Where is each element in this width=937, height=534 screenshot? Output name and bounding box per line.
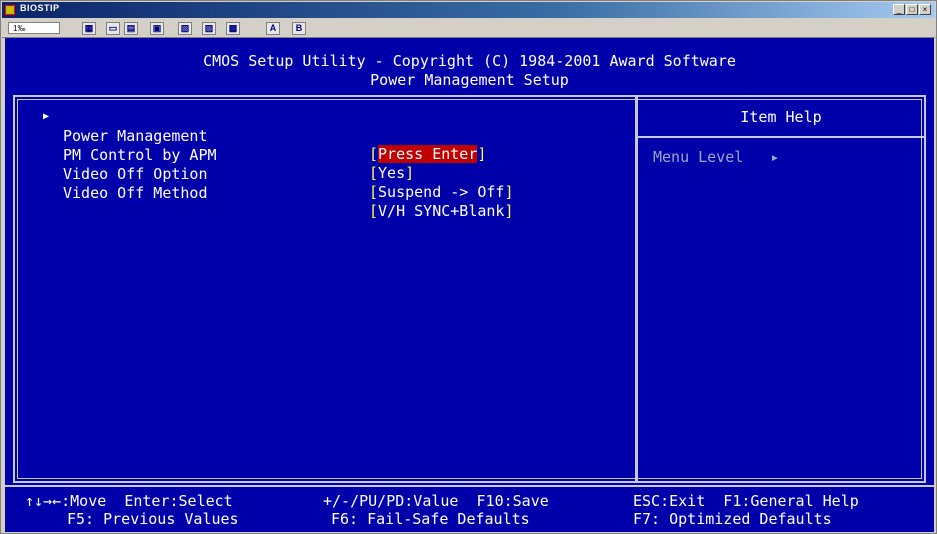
toolbar-tile-icon[interactable]: ▨ — [202, 22, 216, 35]
footer-value-save: +/-/PU/PD:Value F10:Save — [323, 492, 549, 510]
toolbar-b-button[interactable]: B — [292, 22, 306, 35]
footer-optimized-defaults: F7: Optimized Defaults — [633, 510, 832, 528]
setting-value[interactable]: [Press Enter] — [369, 145, 486, 163]
toolbar-grid-icon[interactable]: ▦ — [82, 22, 96, 35]
toolbar-paste-icon[interactable]: ▣ — [150, 22, 164, 35]
toolbar-copy-icon[interactable]: ▤ — [124, 22, 138, 35]
setting-value[interactable]: [Suspend -> Off] — [369, 183, 514, 201]
menu-level-text: Menu Level ▸ — [653, 148, 780, 166]
close-button[interactable]: × — [919, 4, 931, 15]
footer-divider — [5, 485, 934, 487]
page-title: Power Management Setup — [370, 71, 569, 89]
footer-exit-help: ESC:Exit F1:General Help — [633, 492, 859, 510]
footer-failsafe-defaults: F6: Fail-Safe Defaults — [331, 510, 530, 528]
submenu-pointer-icon: ▶ — [43, 111, 50, 122]
footer-move-select: ↑↓→←:Move Enter:Select — [25, 492, 233, 510]
help-divider — [635, 97, 638, 481]
app-icon — [5, 5, 15, 15]
setting-label: Video Off Method — [63, 184, 208, 202]
setting-value[interactable]: [Yes] — [369, 164, 414, 182]
header-copyright: CMOS Setup Utility - Copyright (C) 1984-… — [203, 52, 736, 70]
toolbar-fullscreen-icon[interactable]: ▩ — [226, 22, 240, 35]
maximize-button[interactable]: □ — [906, 4, 918, 15]
footer-previous-values: F5: Previous Values — [67, 510, 239, 528]
zoom-dropdown[interactable]: 1‰ — [8, 22, 60, 34]
toolbar-font-button[interactable]: A — [266, 22, 280, 35]
help-title-divider — [637, 136, 924, 138]
minimize-button[interactable]: _ — [893, 4, 905, 15]
setting-value[interactable]: [V/H SYNC+Blank] — [369, 202, 514, 220]
bios-screen: CMOS Setup Utility - Copyright (C) 1984-… — [5, 38, 934, 532]
toolbar-window-icon[interactable]: ▭ — [106, 22, 120, 35]
toolbar-image-icon[interactable]: ▧ — [178, 22, 192, 35]
toolbar: 1‰ ▦ ▭ ▤ ▣ ▧ ▨ ▩ A B — [2, 19, 935, 38]
application-window: BIOSTIP _ □ × 1‰ ▦ ▭ ▤ ▣ ▧ ▨ ▩ A B CMOS … — [0, 0, 937, 534]
setting-row-video-off-method[interactable]: Video Off Method [V/H SYNC+Blank] — [63, 166, 514, 238]
title-bar[interactable]: BIOSTIP _ □ × — [2, 2, 935, 18]
window-title: BIOSTIP — [20, 3, 60, 13]
item-help-title: Item Help — [740, 108, 822, 126]
